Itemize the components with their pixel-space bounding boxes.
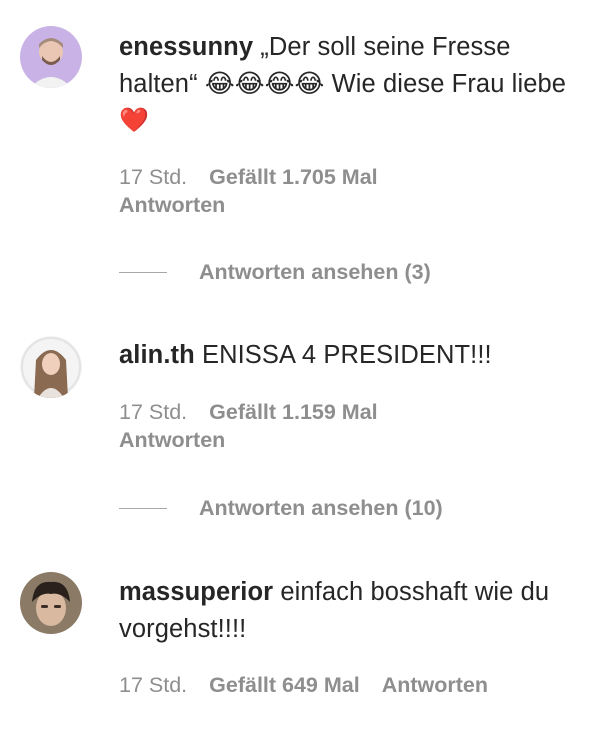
reply-button[interactable]: Antworten (382, 673, 488, 697)
comment-meta: 17 Std. Gefällt 649 Mal Antworten (119, 671, 488, 699)
comment-meta: 17 Std. Gefällt 1.705 Mal Antworten (119, 163, 400, 219)
comment-likes[interactable]: Gefällt 1.159 Mal (209, 400, 378, 424)
comment-likes[interactable]: Gefällt 649 Mal (209, 673, 360, 697)
reply-button[interactable]: Antworten (119, 191, 400, 219)
comment-meta: 17 Std. Gefällt 1.159 Mal Antworten (119, 398, 400, 454)
divider-line (119, 507, 167, 510)
view-replies-button[interactable]: Antworten ansehen (10) (119, 493, 443, 523)
reply-button[interactable]: Antworten (119, 426, 400, 454)
comment-text: massuperior einfach bosshaft wie du vorg… (119, 574, 579, 647)
comment-body: ENISSA 4 PRESIDENT!!! (194, 341, 492, 369)
heart-emoji-icon: ❤️ (119, 107, 149, 134)
comment-time[interactable]: 17 Std. (119, 165, 187, 189)
comment-time[interactable]: 17 Std. (119, 400, 187, 424)
view-replies-button[interactable]: Antworten ansehen (3) (119, 257, 431, 287)
comment-username[interactable]: alin.th (119, 341, 195, 369)
view-replies-label: Antworten ansehen (3) (199, 260, 431, 284)
view-replies-label: Antworten ansehen (10) (199, 496, 443, 520)
avatar[interactable] (20, 26, 82, 88)
comment-text: enessunny „Der soll seine Fresse halten“… (119, 29, 579, 140)
comment-likes[interactable]: Gefällt 1.705 Mal (209, 165, 378, 189)
comment-time[interactable]: 17 Std. (119, 673, 187, 697)
avatar[interactable] (20, 336, 82, 398)
comment-username[interactable]: massuperior (119, 578, 273, 606)
divider-line (119, 271, 167, 274)
avatar[interactable] (20, 572, 82, 634)
comment-username[interactable]: enessunny (119, 33, 253, 61)
comment-text: alin.th ENISSA 4 PRESIDENT!!! (119, 337, 579, 374)
